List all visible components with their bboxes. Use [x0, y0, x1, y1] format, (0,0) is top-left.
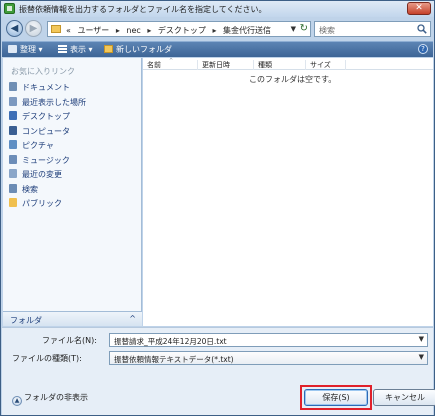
sidebar-item-computer[interactable]: コンピュータ: [9, 125, 86, 140]
refresh-icon[interactable]: ↻: [300, 23, 308, 34]
filetype-label: ファイルの種類(T):: [12, 354, 82, 363]
breadcrumb-separator[interactable]: ▸: [116, 26, 120, 35]
sidebar-item-pictures[interactable]: ピクチャ: [9, 139, 86, 154]
save-form: ファイル名(N): 振替請求_平成24年12月20日.txt ▼ ファイルの種類…: [2, 327, 435, 415]
breadcrumb-overflow[interactable]: «: [66, 26, 71, 35]
navigation-pane: お気に入りリンク ドキュメント 最近表示した場所 デスクトップ コンピュータ ピ…: [3, 58, 142, 325]
documents-icon: [9, 82, 17, 91]
sidebar-item-desktop[interactable]: デスクトップ: [9, 110, 86, 125]
save-dialog-window: 振替依頼情報を出力するフォルダとファイル名を指定してください。 ✕ ◀ ▶ « …: [0, 0, 435, 416]
hide-folders-label: フォルダの非表示: [24, 393, 88, 402]
file-list-pane: ^ 名前 更新日時 種類 サイズ このフォルダは空です。: [143, 58, 433, 326]
search-input[interactable]: 検索: [314, 21, 431, 37]
breadcrumb-separator[interactable]: ▸: [212, 26, 216, 35]
chevron-up-icon[interactable]: ^: [129, 314, 136, 323]
window-title: 振替依頼情報を出力するフォルダとファイル名を指定してください。: [19, 5, 267, 14]
sidebar-item-recent-changes[interactable]: 最近の変更: [9, 168, 86, 183]
sort-ascending-icon: ^: [169, 58, 174, 64]
chevron-down-icon[interactable]: ▼: [419, 335, 424, 343]
cancel-button[interactable]: キャンセル: [373, 389, 435, 406]
save-button[interactable]: 保存(S): [304, 389, 368, 406]
column-header-date-modified[interactable]: 更新日時: [198, 60, 254, 70]
hide-folders-toggle[interactable]: ▲ フォルダの非表示: [12, 392, 88, 406]
public-folder-icon: [9, 198, 17, 207]
command-toolbar: 整理 ▾ 表示 ▾ 新しいフォルダ ?: [2, 41, 433, 57]
folders-label: フォルダ: [10, 316, 42, 325]
title-bar[interactable]: 振替依頼情報を出力するフォルダとファイル名を指定してください。 ✕: [1, 1, 434, 17]
breadcrumb-item-users[interactable]: ユーザー: [77, 26, 109, 35]
folders-toggle-bar[interactable]: フォルダ ^: [3, 311, 142, 326]
sidebar-item-music[interactable]: ミュージック: [9, 154, 86, 169]
organize-button[interactable]: 整理 ▾: [8, 44, 43, 55]
close-button[interactable]: ✕: [407, 2, 431, 15]
filename-combobox[interactable]: 振替請求_平成24年12月20日.txt ▼: [109, 333, 428, 347]
empty-folder-message: このフォルダは空です。: [249, 75, 337, 84]
chevron-down-icon[interactable]: ▼: [419, 353, 424, 361]
filetype-select[interactable]: 振替依頼情報テキストデータ(*.txt) ▼: [109, 351, 428, 365]
sidebar-item-public[interactable]: パブリック: [9, 197, 86, 212]
address-row: ◀ ▶ « ユーザー ▸ nec ▸ デスクトップ ▸ 集金代行送信 ▼ ↻ 検…: [3, 18, 432, 40]
help-icon[interactable]: ?: [418, 44, 428, 54]
column-header-size[interactable]: サイズ: [306, 60, 346, 70]
column-header-type[interactable]: 種類: [254, 60, 306, 70]
folder-icon: [51, 25, 61, 33]
breadcrumb-separator[interactable]: ▸: [147, 26, 151, 35]
organize-icon: [8, 45, 17, 53]
search-icon[interactable]: [417, 24, 427, 34]
views-icon: [58, 45, 67, 53]
computer-icon: [9, 125, 17, 135]
new-folder-button[interactable]: 新しいフォルダ: [104, 44, 172, 55]
search-placeholder: 検索: [319, 26, 335, 35]
favorite-links-list: ドキュメント 最近表示した場所 デスクトップ コンピュータ ピクチャ ミュージッ…: [9, 81, 86, 212]
views-label: 表示: [70, 45, 86, 54]
address-bar[interactable]: « ユーザー ▸ nec ▸ デスクトップ ▸ 集金代行送信 ▼ ↻: [47, 21, 311, 37]
sidebar-item-documents[interactable]: ドキュメント: [9, 81, 86, 96]
views-button[interactable]: 表示 ▾: [58, 44, 93, 55]
new-folder-label: 新しいフォルダ: [116, 45, 172, 54]
search-folder-icon: [9, 183, 17, 193]
column-header-name[interactable]: ^ 名前: [143, 58, 198, 70]
desktop-icon: [9, 111, 17, 120]
chevron-down-icon[interactable]: ▼: [291, 25, 296, 33]
forward-button[interactable]: ▶: [25, 20, 42, 37]
app-icon: [4, 3, 15, 14]
chevron-up-circle-icon: ▲: [12, 396, 22, 406]
sidebar-item-searches[interactable]: 検索: [9, 183, 86, 198]
column-headers: ^ 名前 更新日時 種類 サイズ: [143, 58, 433, 70]
filename-label: ファイル名(N):: [42, 336, 97, 345]
recent-places-icon: [9, 96, 17, 106]
sidebar-item-recent-places[interactable]: 最近表示した場所: [9, 96, 86, 111]
favorite-links-heading: お気に入りリンク: [11, 67, 75, 76]
filename-value[interactable]: 振替請求_平成24年12月20日.txt: [114, 336, 227, 347]
breadcrumb: « ユーザー ▸ nec ▸ デスクトップ ▸ 集金代行送信: [66, 25, 275, 36]
organize-label: 整理: [20, 45, 36, 54]
breadcrumb-item-desktop[interactable]: デスクトップ: [158, 26, 206, 35]
recent-changes-icon: [9, 169, 17, 178]
filetype-value: 振替依頼情報テキストデータ(*.txt): [114, 355, 234, 364]
breadcrumb-item-nec[interactable]: nec: [126, 26, 140, 35]
back-button[interactable]: ◀: [6, 20, 23, 37]
music-icon: [9, 154, 17, 164]
pictures-icon: [9, 140, 17, 149]
new-folder-icon: [104, 45, 113, 53]
breadcrumb-item-current[interactable]: 集金代行送信: [223, 26, 271, 35]
